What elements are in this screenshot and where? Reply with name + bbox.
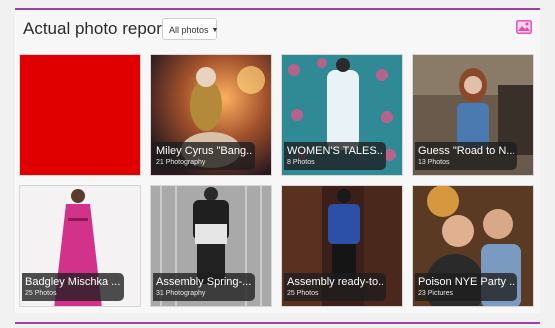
photo-report-title: WOMEN'S TALES... bbox=[287, 145, 383, 157]
photo-report-tile[interactable]: Assembly Spring-... 31 Photography bbox=[150, 185, 272, 307]
photo-report-title: Guess "Road to N... bbox=[418, 145, 514, 157]
photo-report-caption: Miley Cyrus "Bang... 21 Photography bbox=[153, 142, 255, 170]
chevron-down-icon: ▼ bbox=[211, 27, 219, 34]
section-title: Actual photo reports bbox=[23, 19, 176, 38]
photo-report-title: Assembly Spring-... bbox=[156, 276, 252, 288]
photo-report-caption: Guess "Road to N... 13 Photos bbox=[415, 142, 517, 170]
bottom-divider bbox=[15, 322, 540, 324]
photo-report-caption: Assembly ready-to... 25 Photos bbox=[284, 273, 386, 301]
image-gallery-icon[interactable] bbox=[516, 20, 532, 34]
section-header: Actual photo reports All photos ▼ bbox=[15, 10, 540, 50]
photo-report-title: Poison NYE Party ... bbox=[418, 276, 514, 288]
photo-report-count: 31 Photography bbox=[156, 290, 206, 297]
photo-report-tile[interactable]: Poison NYE Party ... 23 Pictures bbox=[412, 185, 534, 307]
photo-thumbnail bbox=[20, 55, 140, 175]
photo-reports-panel: Actual photo reports All photos ▼ Miley … bbox=[15, 8, 540, 313]
photo-report-title: Badgley Mischka ... bbox=[25, 276, 121, 288]
photo-report-count: 8 Photos bbox=[287, 159, 315, 166]
photo-report-caption: WOMEN'S TALES... 8 Photos bbox=[284, 142, 386, 170]
photo-report-tile[interactable]: Assembly ready-to... 25 Photos bbox=[281, 185, 403, 307]
photo-report-tile[interactable]: Miley Cyrus "Bang... 21 Photography bbox=[150, 54, 272, 176]
photo-grid: Miley Cyrus "Bang... 21 Photography WOME… bbox=[19, 54, 536, 309]
photo-report-title: Miley Cyrus "Bang... bbox=[156, 145, 252, 157]
photo-report-tile[interactable]: Guess "Road to N... 13 Photos bbox=[412, 54, 534, 176]
photo-report-count: 25 Photos bbox=[287, 290, 319, 297]
photo-filter-label: All photos bbox=[169, 25, 209, 35]
photo-report-title: Assembly ready-to... bbox=[287, 276, 383, 288]
photo-report-caption: Poison NYE Party ... 23 Pictures bbox=[415, 273, 517, 301]
photo-report-caption: Assembly Spring-... 31 Photography bbox=[153, 273, 255, 301]
photo-report-tile[interactable]: Badgley Mischka ... 25 Photos bbox=[19, 185, 141, 307]
photo-report-count: 23 Pictures bbox=[418, 290, 454, 297]
photo-report-count: 21 Photography bbox=[156, 159, 206, 166]
photo-report-count: 25 Photos bbox=[25, 290, 57, 297]
photo-report-tile[interactable]: WOMEN'S TALES... 8 Photos bbox=[281, 54, 403, 176]
photo-report-count: 13 Photos bbox=[418, 159, 450, 166]
photo-filter-dropdown[interactable]: All photos ▼ bbox=[162, 18, 219, 40]
photo-report-caption: Badgley Mischka ... 25 Photos bbox=[22, 273, 124, 301]
photo-report-tile[interactable] bbox=[19, 54, 141, 176]
